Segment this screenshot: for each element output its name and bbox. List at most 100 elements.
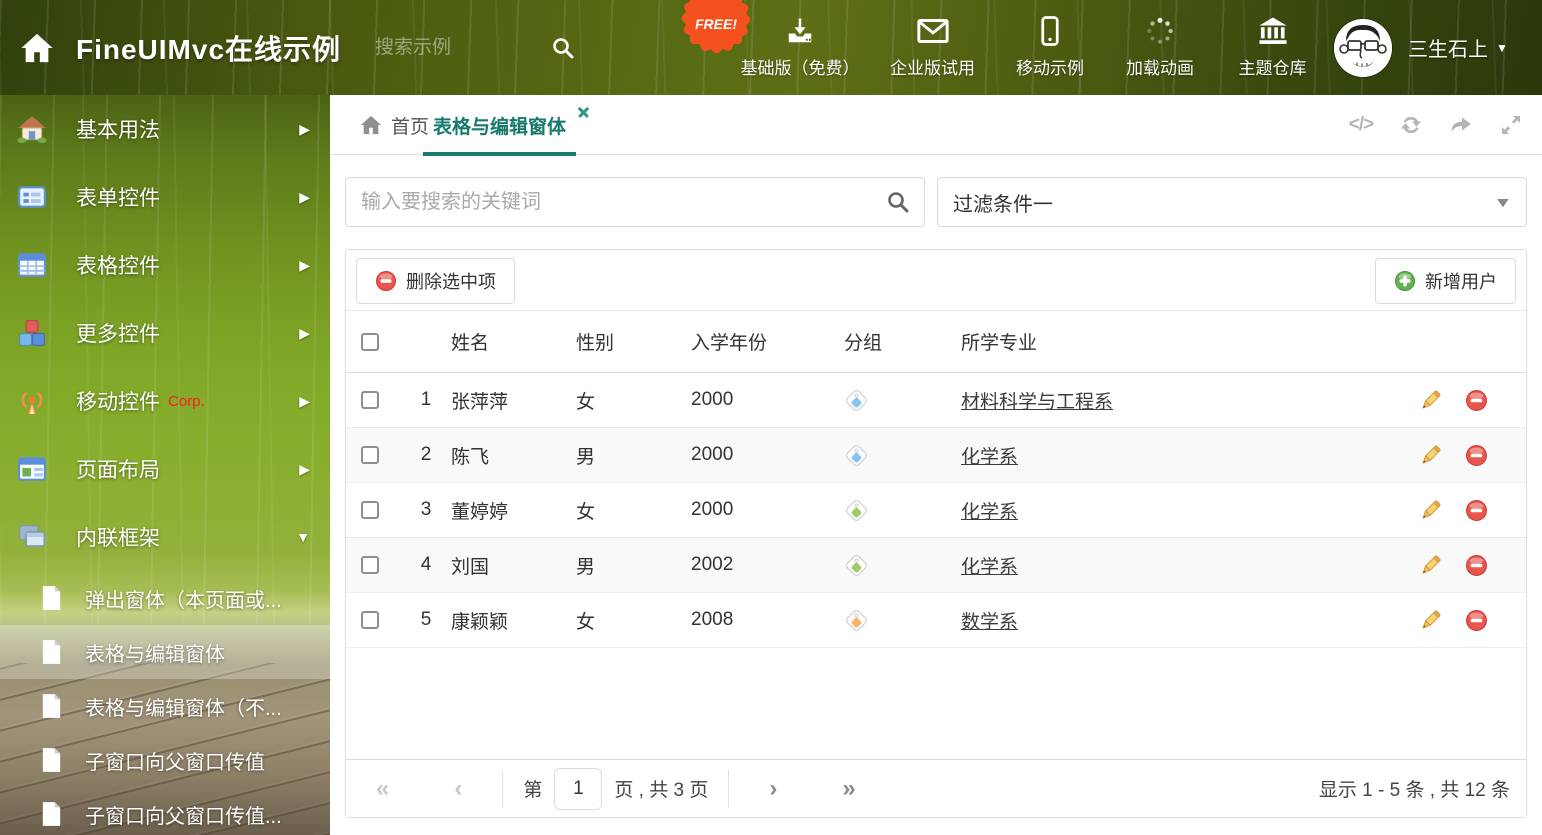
- grid-panel: 删除选中项 新增用户 姓名 性别 入学年份 分组 所学专业 1 张萍萍 女 20…: [345, 249, 1527, 818]
- sidebar-item-more-controls[interactable]: 更多控件 ▶: [0, 299, 330, 367]
- chevron-down-icon: ▼: [296, 529, 310, 545]
- table-row: 4 刘国 男 2002 化学系: [346, 538, 1526, 593]
- expand-icon[interactable]: [1498, 113, 1524, 137]
- row-checkbox[interactable]: [361, 446, 379, 464]
- table-row: 1 张萍萍 女 2000 材料科学与工程系: [346, 373, 1526, 428]
- sidebar-subitem-grid-edit-window[interactable]: 表格与编辑窗体: [0, 625, 330, 679]
- edit-pencil-icon[interactable]: [1419, 499, 1442, 522]
- edit-pencil-icon[interactable]: [1419, 609, 1442, 632]
- active-tab-underline: [423, 152, 576, 156]
- add-user-button[interactable]: 新增用户: [1375, 258, 1516, 304]
- search-icon[interactable]: [551, 36, 575, 60]
- minus-circle-icon: [376, 271, 396, 291]
- nav-item-basic-version[interactable]: 基础版（免费）: [735, 14, 865, 79]
- username: 三生石上: [1408, 39, 1488, 61]
- form-icon: [18, 186, 46, 208]
- tag-icon: [844, 607, 869, 633]
- main-content: 首页 表格与编辑窗体 </> 输入要搜索的关键词 过滤条件一 ▼ 删除选中项 新…: [330, 95, 1542, 835]
- plus-circle-icon: [1395, 271, 1415, 291]
- header-search: [375, 36, 575, 60]
- search-icon[interactable]: [886, 190, 910, 214]
- nav-item-mobile-demo[interactable]: 移动示例: [1000, 14, 1100, 79]
- row-checkbox[interactable]: [361, 391, 379, 409]
- delete-selected-button[interactable]: 删除选中项: [356, 258, 515, 304]
- sidebar-subitem-child-to-parent[interactable]: 子窗口向父窗口传值: [0, 733, 330, 787]
- close-icon[interactable]: [577, 105, 590, 118]
- prev-page-button[interactable]: ‹: [454, 776, 462, 801]
- tag-icon: [844, 442, 869, 468]
- forward-icon[interactable]: [1448, 113, 1474, 137]
- sidebar-subitem-grid-edit-window-2[interactable]: 表格与编辑窗体（不...: [0, 679, 330, 733]
- sidebar: 基本用法 ▶ 表单控件 ▶ 表格控件 ▶ 更多控件 ▶ 移动控件 Corp. ▶…: [0, 95, 330, 835]
- delete-row-icon[interactable]: [1465, 444, 1488, 467]
- sidebar-item-iframe[interactable]: 内联框架 ▼: [0, 503, 330, 571]
- envelope-icon: [916, 19, 949, 43]
- download-icon: [788, 18, 812, 43]
- row-checkbox[interactable]: [361, 556, 379, 574]
- page-number-input[interactable]: [554, 767, 603, 810]
- major-link[interactable]: 化学系: [961, 502, 1018, 523]
- last-page-button[interactable]: »: [842, 776, 855, 801]
- column-header-year[interactable]: 入学年份: [689, 328, 844, 355]
- file-icon: [42, 802, 61, 826]
- chevron-right-icon: ▶: [299, 256, 310, 273]
- sidebar-item-form-controls[interactable]: 表单控件 ▶: [0, 163, 330, 231]
- delete-row-icon[interactable]: [1465, 554, 1488, 577]
- home-icon: [361, 115, 381, 135]
- avatar: [1334, 18, 1392, 77]
- first-page-button[interactable]: «: [376, 776, 389, 801]
- file-icon: [42, 748, 61, 772]
- tab-home[interactable]: 首页: [360, 95, 429, 155]
- column-header-gender[interactable]: 性别: [574, 328, 689, 355]
- cubes-icon: [19, 320, 45, 346]
- edit-pencil-icon[interactable]: [1419, 389, 1442, 412]
- layout-icon: [18, 457, 46, 481]
- sidebar-subitem-child-to-parent-2[interactable]: 子窗口向父窗口传值...: [0, 787, 330, 835]
- keyword-search-input[interactable]: [346, 190, 886, 214]
- delete-row-icon[interactable]: [1465, 609, 1488, 632]
- column-header-group[interactable]: 分组: [844, 328, 956, 355]
- major-link[interactable]: 化学系: [961, 557, 1018, 578]
- sidebar-item-page-layout[interactable]: 页面布局 ▶: [0, 435, 330, 503]
- file-icon: [42, 586, 61, 610]
- next-page-button[interactable]: ›: [769, 776, 777, 801]
- sidebar-item-basic-usage[interactable]: 基本用法 ▶: [0, 95, 330, 163]
- tag-icon: [844, 387, 869, 413]
- nav-item-loading-animation[interactable]: 加载动画: [1110, 14, 1210, 79]
- sidebar-item-grid-controls[interactable]: 表格控件 ▶: [0, 231, 330, 299]
- content-toolbar-icons: </>: [1348, 95, 1524, 155]
- edit-pencil-icon[interactable]: [1419, 554, 1442, 577]
- edit-pencil-icon[interactable]: [1419, 444, 1442, 467]
- delete-row-icon[interactable]: [1465, 499, 1488, 522]
- corp-badge: Corp.: [168, 392, 205, 410]
- file-icon: [42, 640, 61, 664]
- code-icon[interactable]: </>: [1348, 113, 1375, 137]
- table-row: 3 董婷婷 女 2000 化学系: [346, 483, 1526, 538]
- major-link[interactable]: 化学系: [961, 447, 1018, 468]
- sidebar-subitem-popup-window[interactable]: 弹出窗体（本页面或...: [0, 571, 330, 625]
- delete-row-icon[interactable]: [1465, 389, 1488, 412]
- app-title: FineUIMvc在线示例: [76, 33, 342, 65]
- select-all-checkbox[interactable]: [361, 332, 379, 351]
- nav-item-enterprise-trial[interactable]: 企业版试用: [875, 14, 990, 79]
- home-icon: [17, 116, 47, 144]
- chevron-right-icon: ▶: [299, 188, 310, 205]
- column-header-major[interactable]: 所学专业: [956, 328, 1411, 355]
- keyword-search-box: [345, 177, 925, 227]
- top-header: FineUIMvc在线示例 FREE! 基础版（免费）: [0, 0, 1542, 95]
- header-search-input[interactable]: [375, 36, 526, 59]
- column-header-name[interactable]: 姓名: [446, 328, 574, 355]
- table-icon: [18, 253, 46, 277]
- filter-dropdown[interactable]: 过滤条件一 ▼: [937, 177, 1527, 227]
- home-icon[interactable]: [20, 32, 54, 64]
- table-row: 5 康颖颖 女 2008 数学系: [346, 593, 1526, 648]
- nav-item-theme-repo[interactable]: 主题仓库: [1220, 14, 1325, 79]
- major-link[interactable]: 材料科学与工程系: [961, 392, 1113, 413]
- refresh-icon[interactable]: [1398, 113, 1424, 137]
- user-menu[interactable]: 三生石上 ▼: [1334, 0, 1508, 95]
- major-link[interactable]: 数学系: [961, 612, 1018, 633]
- row-checkbox[interactable]: [361, 611, 379, 629]
- tab-grid-edit-window[interactable]: 表格与编辑窗体: [423, 95, 589, 156]
- row-checkbox[interactable]: [361, 501, 379, 519]
- sidebar-item-mobile-controls[interactable]: 移动控件 Corp. ▶: [0, 367, 330, 435]
